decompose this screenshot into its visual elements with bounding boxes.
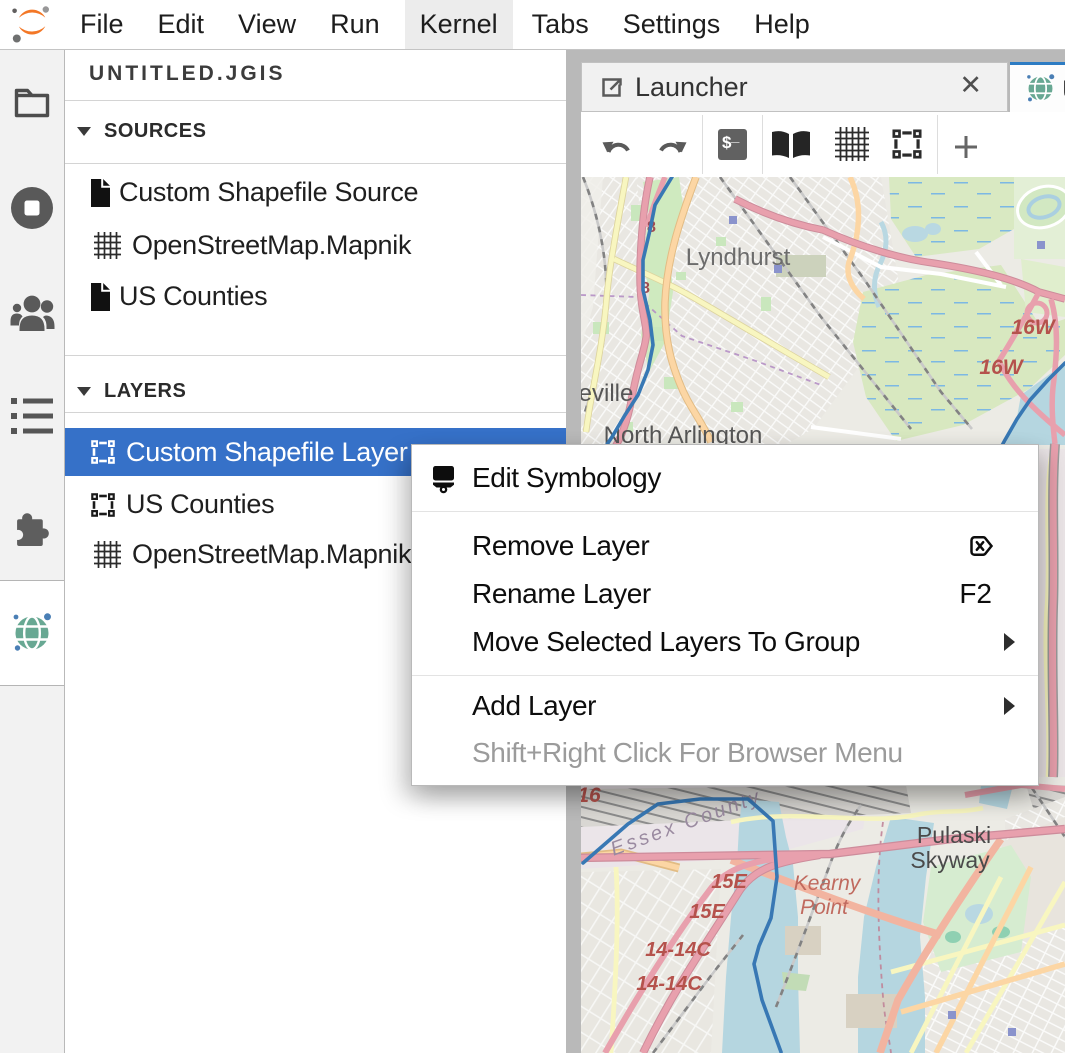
svg-text:16W: 16W: [1011, 316, 1056, 339]
svg-text:Pulaski: Pulaski: [917, 822, 991, 848]
svg-text:16: 16: [581, 784, 601, 807]
svg-text:15E: 15E: [711, 871, 747, 893]
svg-text:eville: eville: [581, 380, 633, 407]
svg-text:Kearny: Kearny: [794, 872, 862, 895]
svg-text:14-14C: 14-14C: [636, 973, 702, 995]
svg-text:Skyway: Skyway: [910, 847, 990, 873]
svg-text:15E: 15E: [689, 901, 725, 923]
svg-text:Point: Point: [800, 896, 849, 919]
svg-text:Lyndhurst: Lyndhurst: [686, 244, 791, 271]
svg-text:14-14C: 14-14C: [645, 939, 711, 961]
svg-text:16W: 16W: [979, 356, 1024, 379]
